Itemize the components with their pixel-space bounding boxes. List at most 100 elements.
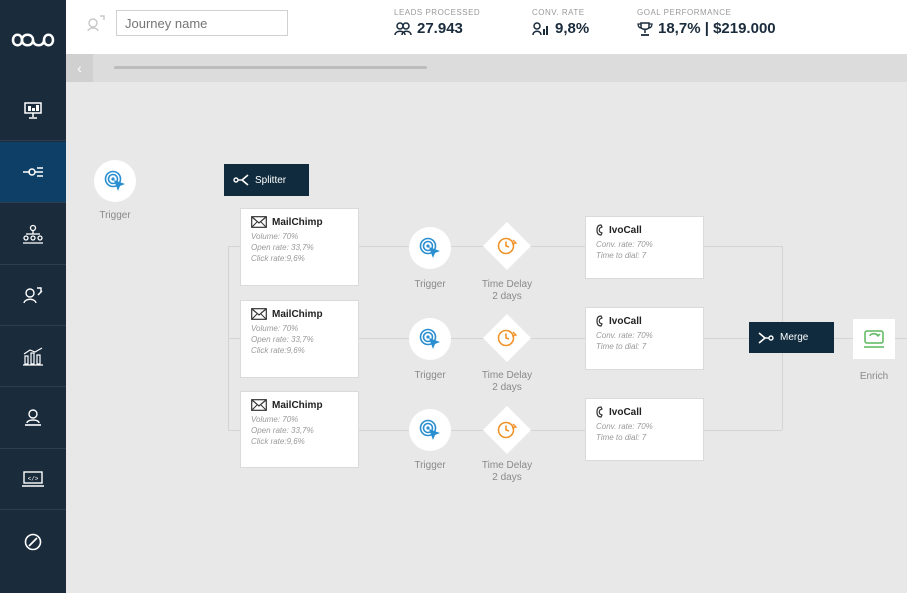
kpi-label: LEADS PROCESSED [394,8,481,17]
scroll-thumb[interactable] [114,66,427,69]
target-click-icon [104,170,125,191]
sidebar-item-developer[interactable]: </> [0,449,66,510]
sidebar-item-users[interactable] [0,388,66,449]
kpi-conversion-rate: CONV. RATE 9,8% [532,8,589,37]
sidebar-item-leads[interactable] [0,265,66,326]
clock-arrow-icon [497,421,518,439]
target-click-icon [419,419,440,440]
bar-chart-icon [23,347,43,366]
enrich-label: Enrich [859,371,889,382]
card-title: IvoCall [609,406,642,418]
mailchimp-card[interactable]: MailChimp Volume: 70% Open rate: 33,7% C… [240,208,359,286]
time-delay-node[interactable] [482,405,532,455]
sidebar-item-settings[interactable] [0,511,66,572]
journey-canvas[interactable]: Trigger Splitter MailChimp Volume: 70% O… [66,82,907,593]
phone-icon [596,315,603,327]
journey-flow-icon [23,167,43,177]
time-delay-duration: 2 days [492,472,522,483]
trigger-label: Trigger [414,370,446,381]
card-title: IvoCall [609,315,642,327]
top-bar: LEADS PROCESSED 27.943 CONV. RATE 9,8% G… [66,0,907,54]
splitter-node[interactable]: Splitter [224,164,309,196]
split-icon [233,174,249,186]
merge-label: Merge [780,332,809,343]
card-stat: Volume: 70% [251,232,299,241]
trigger-label: Trigger [414,460,446,471]
sidebar-item-dashboard[interactable] [0,80,66,141]
scroll-left-button[interactable]: ‹ [66,54,93,82]
trigger-node[interactable] [409,318,451,360]
mailchimp-card[interactable]: MailChimp Volume: 70% Open rate: 33,7% C… [240,300,359,378]
time-delay-label: Time Delay [481,370,533,381]
time-delay-node[interactable] [482,221,532,271]
card-stat: Time to dial: 7 [596,251,647,260]
time-delay-node[interactable] [482,313,532,363]
sidebar-item-audience[interactable] [0,204,66,265]
ivocall-card[interactable]: IvoCall Conv. rate: 70% Time to dial: 7 [585,307,704,370]
merge-icon [758,331,774,344]
target-click-icon [419,237,440,258]
card-title: MailChimp [272,308,323,320]
card-stat: Click rate:9,6% [251,437,305,446]
org-chart-icon [23,224,43,244]
card-title: MailChimp [272,216,323,228]
clock-arrow-icon [497,329,518,347]
card-stat: Click rate:9,6% [251,346,305,355]
sidebar-item-journeys[interactable] [0,142,66,203]
target-click-icon [419,328,440,349]
enrich-drive-icon [864,330,884,348]
trigger-node[interactable] [409,409,451,451]
card-stat: Click rate:9,6% [251,254,305,263]
card-stat: Open rate: 33,7% [251,335,314,344]
splitter-label: Splitter [255,174,287,186]
card-stat: Time to dial: 7 [596,342,647,351]
infinity-logo-icon [11,33,55,47]
mailchimp-card[interactable]: MailChimp Volume: 70% Open rate: 33,7% C… [240,391,359,468]
chevron-left-icon: ‹ [77,60,82,76]
kpi-goal-performance: GOAL PERFORMANCE 18,7% | $219.000 [637,8,776,37]
sidebar-item-analytics[interactable] [0,326,66,387]
card-stat: Volume: 70% [251,324,299,333]
logo[interactable] [0,0,66,80]
enrich-node[interactable] [853,319,895,359]
kpi-value: 18,7% | $219.000 [658,20,776,37]
conversion-icon [532,21,548,35]
presentation-icon [24,102,42,119]
kpi-label: GOAL PERFORMANCE [637,8,732,17]
card-title: MailChimp [272,399,323,411]
svg-text:</>: </> [28,476,39,483]
merge-node[interactable]: Merge [749,322,834,353]
trigger-label: Trigger [414,279,446,290]
kpi-label: CONV. RATE [532,8,585,17]
card-stat: Conv. rate: 70% [596,422,653,431]
people-flow-icon [23,287,43,304]
users-icon [394,21,412,35]
gauge-icon [24,533,42,550]
card-stat: Volume: 70% [251,415,299,424]
card-stat: Open rate: 33,7% [251,243,314,252]
envelope-icon [251,216,267,228]
horizontal-scrollbar[interactable]: ‹ [66,54,907,82]
phone-icon [596,224,603,236]
sidebar: </> [0,0,66,593]
card-stat: Open rate: 33,7% [251,426,314,435]
envelope-icon [251,308,267,320]
ivocall-card[interactable]: IvoCall Conv. rate: 70% Time to dial: 7 [585,216,704,279]
card-stat: Time to dial: 7 [596,433,647,442]
time-delay-label: Time Delay [481,460,533,471]
clock-arrow-icon [497,237,518,255]
code-laptop-icon: </> [22,471,44,487]
start-trigger-node[interactable] [94,160,136,202]
journey-edit-icon [87,15,105,32]
start-trigger-label: Trigger [99,210,131,221]
time-delay-label: Time Delay [481,279,533,290]
user-desk-icon [25,409,41,426]
trophy-icon [637,21,653,36]
time-delay-duration: 2 days [492,291,522,302]
card-stat: Conv. rate: 70% [596,331,653,340]
time-delay-duration: 2 days [492,382,522,393]
kpi-leads-processed: LEADS PROCESSED 27.943 [394,8,480,37]
trigger-node[interactable] [409,227,451,269]
journey-name-input[interactable] [116,10,288,36]
ivocall-card[interactable]: IvoCall Conv. rate: 70% Time to dial: 7 [585,398,704,461]
